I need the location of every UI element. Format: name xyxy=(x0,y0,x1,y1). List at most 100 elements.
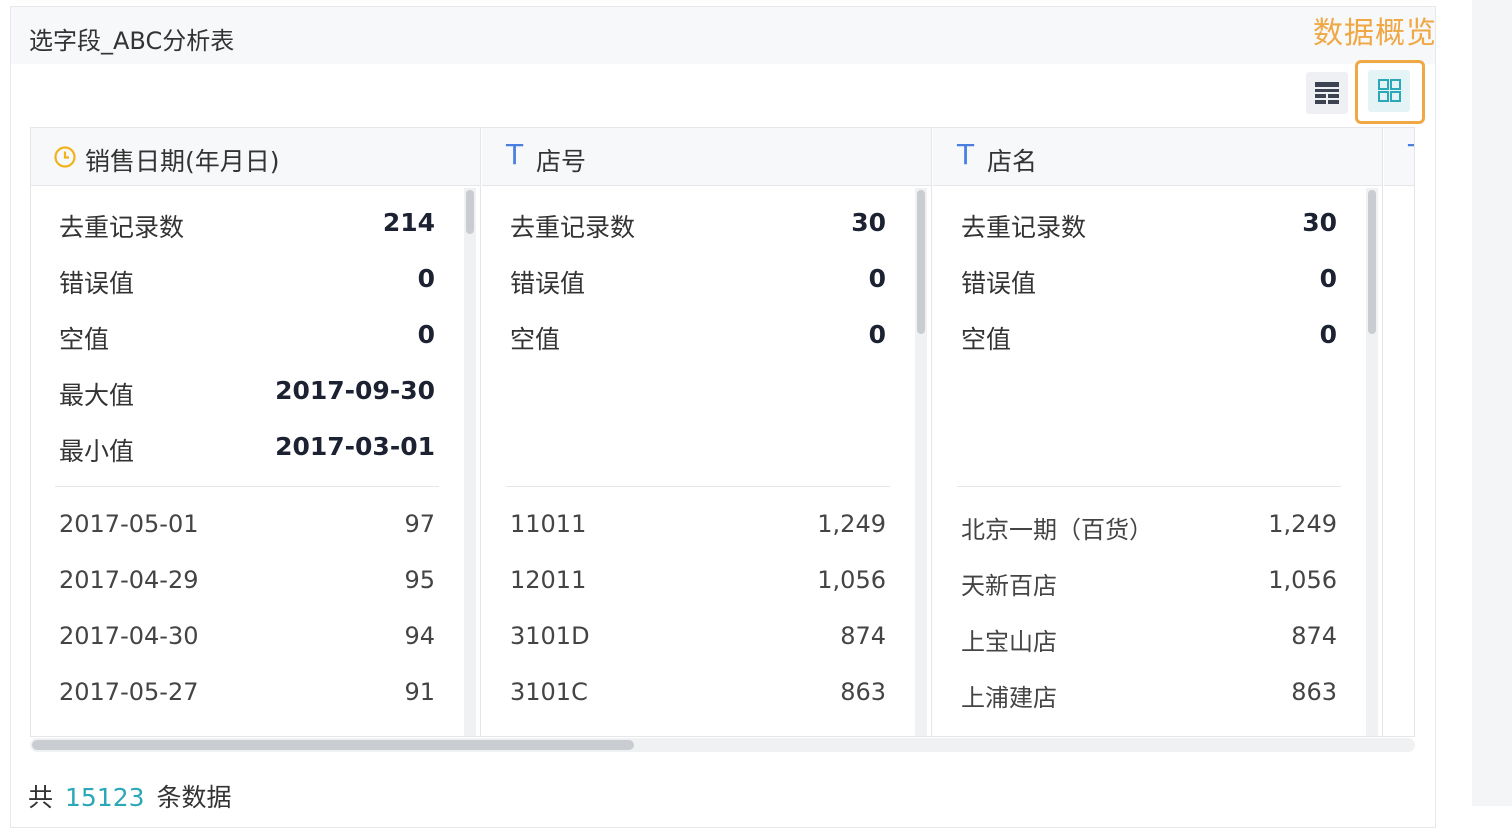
stat-value: 30 xyxy=(851,208,886,237)
card-scrollbar[interactable] xyxy=(915,188,927,736)
stat-label: 错误值 xyxy=(59,269,135,298)
value-label: 3101D xyxy=(510,622,590,650)
value-count: 94 xyxy=(404,622,435,650)
stat-value: 2017-09-30 xyxy=(275,376,435,405)
value-count: 874 xyxy=(840,622,886,650)
scrollbar-thumb[interactable] xyxy=(32,740,634,750)
stat-row: 空值 0 xyxy=(961,320,1337,360)
value-label: 天新百店 xyxy=(961,572,1057,600)
value-label: 2017-05-01 xyxy=(59,510,199,538)
field-card-header: 销售日期(年月日) xyxy=(31,128,480,186)
record-count-suffix: 条数据 xyxy=(156,783,232,812)
text-type-icon: T xyxy=(1408,138,1414,171)
value-frequency-row: 3101C 863 xyxy=(510,678,886,718)
value-frequency-row: 2017-04-29 95 xyxy=(59,566,435,606)
horizontal-scrollbar[interactable] xyxy=(30,738,1415,752)
annotation-highlight-box xyxy=(1355,60,1425,124)
value-frequency-row: 天新百店 1,056 xyxy=(961,566,1337,606)
data-overview-annotation: 数据概览 xyxy=(1313,16,1437,51)
field-card-header: T 店名 xyxy=(933,128,1382,186)
value-frequency-row: 上宝山店 874 xyxy=(961,622,1337,662)
text-type-icon: T xyxy=(957,138,975,171)
table-view-icon xyxy=(1315,82,1339,104)
stat-label: 错误值 xyxy=(510,269,586,298)
field-card-store-no: T 店号 去重记录数 30 错误值 0 空值 0 11011 1,249 120… xyxy=(482,128,932,736)
scrollbar-thumb[interactable] xyxy=(917,190,925,334)
stat-row: 最小值 2017-03-01 xyxy=(59,432,435,472)
stat-label: 错误值 xyxy=(961,269,1037,298)
value-label: 2017-04-29 xyxy=(59,566,199,594)
value-count: 863 xyxy=(1291,678,1337,706)
value-label: 2017-04-30 xyxy=(59,622,199,650)
stat-value: 30 xyxy=(1302,208,1337,237)
stat-value: 0 xyxy=(868,320,886,349)
value-frequency-row: 11011 1,249 xyxy=(510,510,886,550)
field-name: 店名 xyxy=(987,147,1038,176)
scrollbar-thumb[interactable] xyxy=(1368,190,1376,334)
card-scrollbar[interactable] xyxy=(464,188,476,736)
stat-label: 空值 xyxy=(59,325,110,354)
value-count: 874 xyxy=(1291,622,1337,650)
value-count: 95 xyxy=(404,566,435,594)
stat-value: 0 xyxy=(868,264,886,293)
table-view-button[interactable] xyxy=(1306,72,1348,114)
value-frequency-row: 3101D 874 xyxy=(510,622,886,662)
divider xyxy=(957,486,1341,487)
value-count: 1,249 xyxy=(1268,510,1337,538)
field-name: 销售日期(年月日) xyxy=(85,147,280,176)
card-scrollbar[interactable] xyxy=(1366,188,1378,736)
stat-row: 错误值 0 xyxy=(59,264,435,304)
divider xyxy=(55,486,439,487)
value-frequency-row: 2017-05-01 97 xyxy=(59,510,435,550)
stat-row: 空值 0 xyxy=(510,320,886,360)
record-count: 共 15123 条数据 xyxy=(28,778,232,814)
stat-label: 去重记录数 xyxy=(59,213,185,242)
value-count: 1,249 xyxy=(817,510,886,538)
value-frequency-row: 12011 1,056 xyxy=(510,566,886,606)
value-frequency-row: 2017-05-27 91 xyxy=(59,678,435,718)
field-name: 店号 xyxy=(536,147,587,176)
value-frequency-row: 北京一期（百货） 1,249 xyxy=(961,510,1337,550)
stat-row: 最大值 2017-09-30 xyxy=(59,376,435,416)
value-count: 97 xyxy=(404,510,435,538)
record-count-prefix: 共 xyxy=(28,783,54,812)
record-count-value: 15123 xyxy=(65,783,145,812)
field-card-sales-date: 销售日期(年月日) 去重记录数 214 错误值 0 空值 0 最大值 2017-… xyxy=(31,128,481,736)
value-count: 1,056 xyxy=(817,566,886,594)
field-overview-grid: 销售日期(年月日) 去重记录数 214 错误值 0 空值 0 最大值 2017-… xyxy=(30,127,1415,737)
value-label: 上宝山店 xyxy=(961,628,1057,656)
value-frequency-row: 上浦建店 863 xyxy=(961,678,1337,718)
value-label: 上浦建店 xyxy=(961,684,1057,712)
field-card-header: T xyxy=(1384,128,1414,186)
stat-label: 最大值 xyxy=(59,381,135,410)
stat-row: 空值 0 xyxy=(59,320,435,360)
field-card-partial: T xyxy=(1384,128,1414,736)
stat-value: 0 xyxy=(417,320,435,349)
stat-row: 去重记录数 214 xyxy=(59,208,435,248)
divider xyxy=(506,486,890,487)
value-count: 91 xyxy=(404,678,435,706)
page-scrollbar[interactable] xyxy=(1472,0,1512,806)
value-count: 863 xyxy=(840,678,886,706)
value-label: 3101C xyxy=(510,678,588,706)
value-label: 北京一期（百货） xyxy=(961,516,1153,544)
panel-title: 选字段_ABC分析表 xyxy=(29,27,235,55)
stat-label: 去重记录数 xyxy=(961,213,1087,242)
value-count: 1,056 xyxy=(1268,566,1337,594)
stat-label: 最小值 xyxy=(59,437,135,466)
stat-value: 0 xyxy=(417,264,435,293)
scrollbar-thumb[interactable] xyxy=(466,190,474,234)
stat-row: 错误值 0 xyxy=(961,264,1337,304)
stat-value: 2017-03-01 xyxy=(275,432,435,461)
stat-row: 去重记录数 30 xyxy=(961,208,1337,248)
value-label: 11011 xyxy=(510,510,587,538)
stat-value: 0 xyxy=(1319,264,1337,293)
value-frequency-row: 2017-04-30 94 xyxy=(59,622,435,662)
value-label: 2017-05-27 xyxy=(59,678,199,706)
stat-label: 空值 xyxy=(961,325,1012,354)
value-label: 12011 xyxy=(510,566,587,594)
stat-value: 0 xyxy=(1319,320,1337,349)
stat-value: 214 xyxy=(382,208,435,237)
panel-header: 选字段_ABC分析表 xyxy=(11,7,1435,64)
field-card-header: T 店号 xyxy=(482,128,931,186)
